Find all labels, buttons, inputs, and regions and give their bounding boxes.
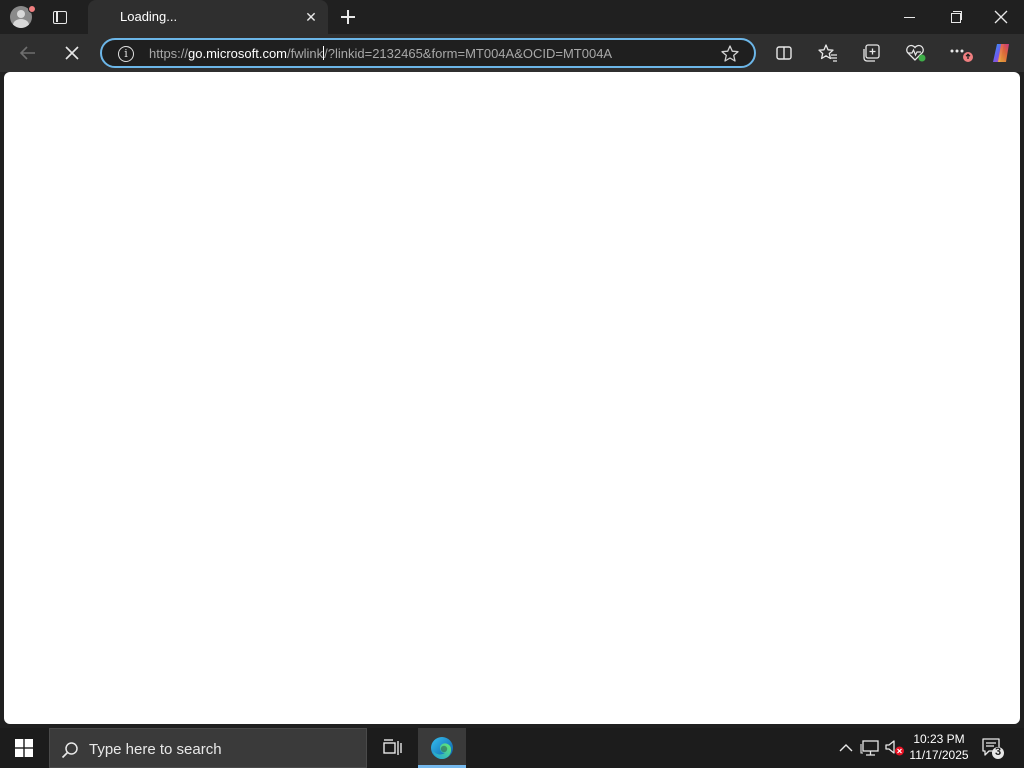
tab-actions-icon[interactable] (46, 6, 74, 28)
url-scheme: https:// (149, 46, 189, 61)
taskbar: Type here to search 10:23 PM 11/17/2025 … (0, 728, 1024, 768)
url-host: go.microsoft.com (188, 46, 288, 61)
start-button[interactable] (0, 728, 48, 768)
url-path-end: /?linkid=2132465&form=MT004A&OCID=MT004A (324, 46, 613, 61)
address-url[interactable]: https://go.microsoft.com/fwlink/?linkid=… (149, 46, 612, 61)
info-icon[interactable]: i (118, 46, 134, 62)
address-bar[interactable]: i https://go.microsoft.com/fwlink/?linki… (100, 38, 756, 68)
minimize-button[interactable] (886, 0, 932, 34)
tab-close-icon[interactable]: ✕ (302, 8, 320, 26)
windows-logo-icon (15, 739, 33, 757)
search-placeholder: Type here to search (89, 741, 222, 758)
copilot-icon[interactable] (988, 39, 1016, 67)
star-icon[interactable] (720, 44, 740, 64)
chevron-up-icon[interactable] (836, 739, 856, 757)
toolbar: i https://go.microsoft.com/fwlink/?linki… (0, 34, 1024, 72)
close-icon (994, 10, 1008, 24)
close-window-button[interactable] (978, 0, 1024, 34)
page-content[interactable] (4, 72, 1020, 724)
collections-icon[interactable] (858, 39, 886, 67)
notification-count: 3 (994, 746, 1002, 758)
taskbar-edge-app[interactable] (418, 728, 466, 768)
stop-loading-button[interactable] (56, 37, 88, 69)
tab-active[interactable]: Loading... ✕ (88, 0, 328, 34)
restore-button[interactable] (932, 0, 978, 34)
arrow-left-icon (19, 46, 35, 60)
tab-bar: Loading... ✕ (0, 0, 1024, 34)
new-tab-button[interactable] (334, 4, 362, 30)
task-view-icon (383, 739, 402, 755)
notifications-button[interactable]: 3 (980, 736, 1006, 760)
clock-date: 11/17/2025 (909, 748, 969, 762)
close-icon (65, 46, 79, 60)
back-button[interactable] (12, 37, 44, 69)
task-view-button[interactable] (372, 728, 412, 768)
ellipsis-icon[interactable] (946, 39, 974, 67)
split-screen-icon[interactable] (770, 39, 798, 67)
tab-title: Loading... (120, 9, 178, 24)
profile-avatar-icon[interactable] (8, 4, 36, 30)
network-icon[interactable] (860, 738, 882, 758)
volume-muted-icon[interactable] (884, 738, 906, 758)
edge-icon (431, 737, 453, 760)
url-path-start: /fwlink (287, 46, 324, 61)
clock-time: 10:23 PM (913, 732, 965, 746)
taskbar-search-box[interactable]: Type here to search (49, 728, 367, 768)
search-icon (61, 742, 78, 759)
browser-window: Loading... ✕ i https://go.microsoft.com/… (0, 0, 1024, 728)
heart-pulse-icon[interactable] (902, 39, 930, 67)
favorites-icon[interactable] (814, 39, 842, 67)
system-clock[interactable]: 10:23 PM 11/17/2025 (906, 731, 972, 765)
